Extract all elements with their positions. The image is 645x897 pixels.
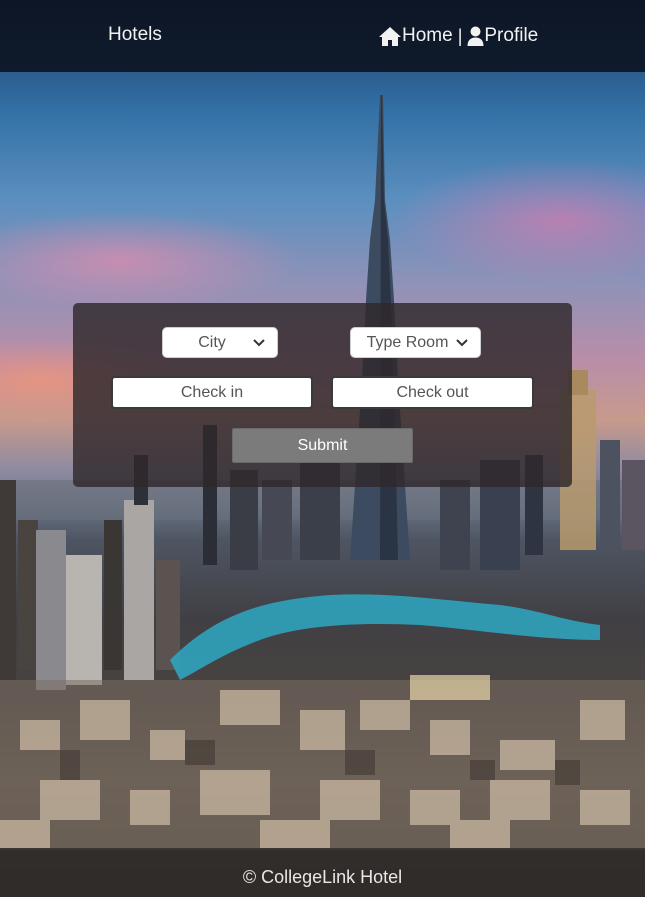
hotel-search-form: City Type Room Submit — [73, 303, 572, 487]
nav-links: Home | Profile — [378, 23, 538, 49]
check-in-input[interactable] — [111, 376, 313, 409]
footer-copyright: © CollegeLink Hotel — [242, 867, 403, 887]
chevron-down-icon — [253, 338, 271, 347]
top-navbar: Hotels Home | Profile — [0, 0, 645, 72]
brand-title[interactable]: Hotels — [108, 24, 162, 46]
submit-button[interactable]: Submit — [232, 428, 413, 463]
city-select[interactable]: City — [162, 327, 278, 358]
nav-home-label: Home — [402, 25, 453, 46]
user-icon — [467, 26, 484, 47]
footer: © CollegeLink Hotel — [0, 848, 645, 897]
nav-profile-label: Profile — [484, 25, 539, 46]
home-icon — [378, 26, 402, 47]
nav-home-link[interactable]: Home — [378, 25, 453, 47]
nav-profile-link[interactable]: Profile — [467, 25, 538, 47]
room-type-select[interactable]: Type Room — [350, 327, 481, 358]
room-type-select-value: Type Room — [366, 333, 449, 351]
nav-separator: | — [457, 25, 463, 46]
check-out-input[interactable] — [331, 376, 534, 409]
chevron-down-icon — [456, 338, 474, 347]
city-select-value: City — [198, 333, 226, 351]
